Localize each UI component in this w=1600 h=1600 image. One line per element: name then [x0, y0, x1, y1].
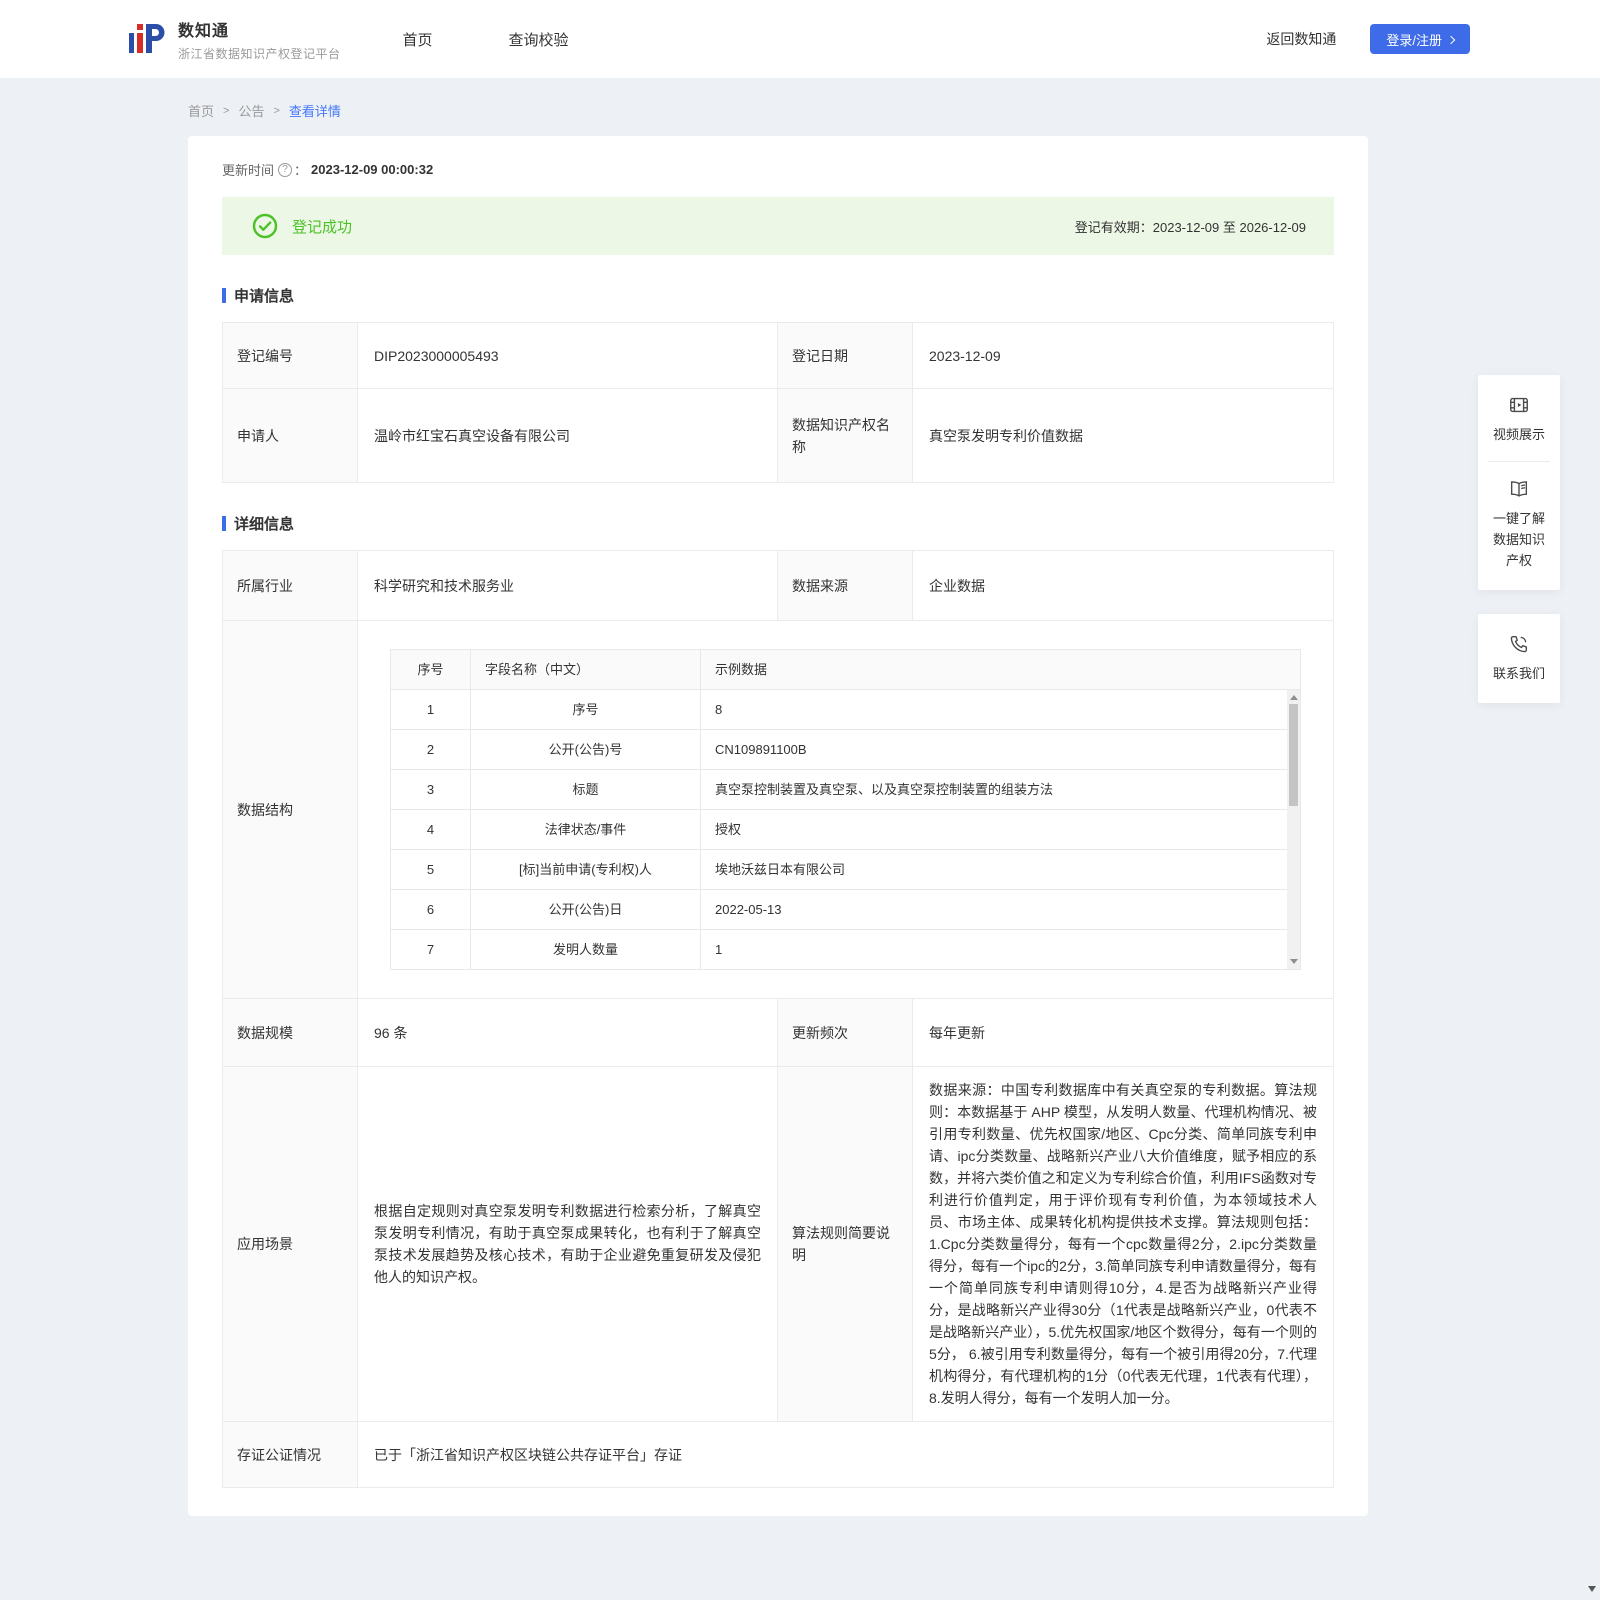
reg-date-value: 2023-12-09: [913, 323, 1334, 389]
phone-icon: [1508, 633, 1530, 655]
breadcrumb-home[interactable]: 首页: [188, 101, 214, 120]
app-header: 数知通 浙江省数据知识产权登记平台 首页 查询校验 返回数知通 登录/注册: [0, 0, 1600, 78]
industry-value: 科学研究和技术服务业: [358, 551, 778, 621]
col-header-sample: 示例数据: [701, 650, 1301, 690]
table-row: 2 公开(公告)号 CN109891100B: [391, 730, 1301, 770]
breadcrumb-announcement[interactable]: 公告: [238, 101, 264, 120]
source-label: 数据来源: [778, 551, 913, 621]
registration-status-text: 登记成功: [292, 216, 352, 237]
applicant-value: 温岭市红宝石真空设备有限公司: [358, 389, 778, 483]
sidebar-item-label: 视频展示: [1493, 424, 1545, 445]
col-header-field: 字段名称（中文）: [471, 650, 701, 690]
table-row: 7 发明人数量 1: [391, 930, 1301, 970]
frequency-value: 每年更新: [913, 999, 1334, 1067]
scrollbar-thumb[interactable]: [1289, 704, 1298, 806]
table-scrollbar[interactable]: [1287, 690, 1300, 969]
breadcrumb: 首页 > 公告 > 查看详情: [188, 101, 1368, 120]
logo: 数知通 浙江省数据知识产权登记平台: [128, 17, 341, 62]
table-row: 4 法律状态/事件 授权: [391, 810, 1301, 850]
sidebar-item-learn-dataip[interactable]: 一键了解数据知识产权: [1478, 474, 1560, 575]
scale-label: 数据规模: [223, 999, 358, 1067]
ip-name-value: 真空泵发明专利价值数据: [913, 389, 1334, 483]
scrollbar-up-arrow[interactable]: [1290, 695, 1298, 700]
section-title-application: 申请信息: [222, 285, 1334, 306]
table-row: 6 公开(公告)日 2022-05-13: [391, 890, 1301, 930]
floating-sidebar: 视频展示 一键了解数据知识产权 联系我们: [1478, 375, 1560, 727]
logo-title: 数知通: [178, 17, 341, 41]
nav-home[interactable]: 首页: [403, 29, 433, 50]
detail-info-table: 所属行业 科学研究和技术服务业 数据来源 企业数据 数据结构 序号 字段名称（中…: [222, 550, 1334, 1488]
breadcrumb-separator: >: [223, 105, 229, 117]
nav-query-verify[interactable]: 查询校验: [509, 29, 569, 50]
application-info-table: 登记编号 DIP2023000005493 登记日期 2023-12-09 申请…: [222, 322, 1334, 483]
evidence-label: 存证公证情况: [223, 1422, 358, 1488]
sidebar-item-label: 一键了解数据知识产权: [1491, 508, 1547, 571]
table-header-row: 序号 字段名称（中文） 示例数据: [391, 650, 1301, 690]
scale-value: 96 条: [358, 999, 778, 1067]
scenario-label: 应用场景: [223, 1067, 358, 1422]
help-icon[interactable]: ?: [278, 163, 292, 177]
frequency-label: 更新频次: [778, 999, 913, 1067]
table-row: 3 标题 真空泵控制装置及真空泵、以及真空泵控制装置的组装方法: [391, 770, 1301, 810]
industry-label: 所属行业: [223, 551, 358, 621]
scenario-value: 根据自定规则对真空泵发明专利数据进行检索分析，了解真空泵发明专利情况，有助于真空…: [358, 1067, 778, 1422]
table-row: 存证公证情况 已于「浙江省知识产权区块链公共存证平台」存证: [223, 1422, 1334, 1488]
logo-subtitle: 浙江省数据知识产权登记平台: [178, 45, 341, 62]
update-time-value: 2023-12-09 00:00:32: [311, 162, 433, 177]
main-nav: 首页 查询校验: [403, 29, 569, 50]
check-circle-icon: [252, 213, 278, 239]
table-row: 申请人 温岭市红宝石真空设备有限公司 数据知识产权名称 真空泵发明专利价值数据: [223, 389, 1334, 483]
source-value: 企业数据: [913, 551, 1334, 621]
section-bar: [222, 288, 226, 303]
structure-label: 数据结构: [223, 621, 358, 999]
reg-date-label: 登记日期: [778, 323, 913, 389]
table-row: 数据规模 96 条 更新频次 每年更新: [223, 999, 1334, 1067]
applicant-label: 申请人: [223, 389, 358, 483]
detail-card: 更新时间 ? ： 2023-12-09 00:00:32 登记成功 登记有效期：…: [188, 136, 1368, 1516]
update-time-colon: ：: [294, 160, 307, 179]
reg-no-label: 登记编号: [223, 323, 358, 389]
table-row: 所属行业 科学研究和技术服务业 数据来源 企业数据: [223, 551, 1334, 621]
video-icon: [1508, 394, 1530, 416]
book-icon: [1508, 478, 1530, 500]
sidebar-item-label: 联系我们: [1493, 663, 1545, 684]
col-header-no: 序号: [391, 650, 471, 690]
registration-status-banner: 登记成功 登记有效期：2023-12-09 至 2026-12-09: [222, 197, 1334, 255]
table-row: 1 序号 8: [391, 690, 1301, 730]
evidence-value: 已于「浙江省知识产权区块链公共存证平台」存证: [358, 1422, 1334, 1488]
table-row: 数据结构 序号 字段名称（中文） 示例数据 1 序号 8: [223, 621, 1334, 999]
algorithm-label: 算法规则简要说明: [778, 1067, 913, 1422]
sidebar-item-video[interactable]: 视频展示: [1478, 390, 1560, 449]
breadcrumb-separator: >: [273, 105, 279, 117]
login-register-label: 登录/注册: [1386, 30, 1442, 49]
table-row: 5 [标]当前申请(专利权)人 埃地沃兹日本有限公司: [391, 850, 1301, 890]
reg-no-value: DIP2023000005493: [358, 323, 778, 389]
update-time-row: 更新时间 ? ： 2023-12-09 00:00:32: [222, 160, 1334, 179]
scrollbar-down-arrow[interactable]: [1290, 959, 1298, 964]
section-title-detail: 详细信息: [222, 513, 1334, 534]
login-register-button[interactable]: 登录/注册: [1370, 24, 1470, 54]
table-row: 应用场景 根据自定规则对真空泵发明专利数据进行检索分析，了解真空泵发明专利情况，…: [223, 1067, 1334, 1422]
validity-value: 2023-12-09 至 2026-12-09: [1153, 220, 1306, 235]
algorithm-value: 数据来源：中国专利数据库中有关真空泵的专利数据。算法规则：本数据基于 AHP 模…: [913, 1067, 1334, 1422]
section-bar: [222, 516, 226, 531]
validity-label: 登记有效期：: [1075, 220, 1153, 235]
table-row: 登记编号 DIP2023000005493 登记日期 2023-12-09: [223, 323, 1334, 389]
logo-icon: [128, 19, 168, 59]
page-scrollbar-down-arrow[interactable]: [1588, 1586, 1596, 1592]
back-to-shuzhitong-link[interactable]: 返回数知通: [1266, 29, 1336, 49]
divider: [1488, 461, 1550, 462]
data-structure-table: 序号 字段名称（中文） 示例数据 1 序号 8 2 公开(公告)号 CN: [390, 649, 1301, 970]
chevron-right-icon: [1447, 35, 1455, 43]
breadcrumb-current: 查看详情: [289, 101, 341, 120]
sidebar-item-contact[interactable]: 联系我们: [1478, 629, 1560, 688]
ip-name-label: 数据知识产权名称: [778, 389, 913, 483]
update-time-label: 更新时间: [222, 160, 274, 179]
